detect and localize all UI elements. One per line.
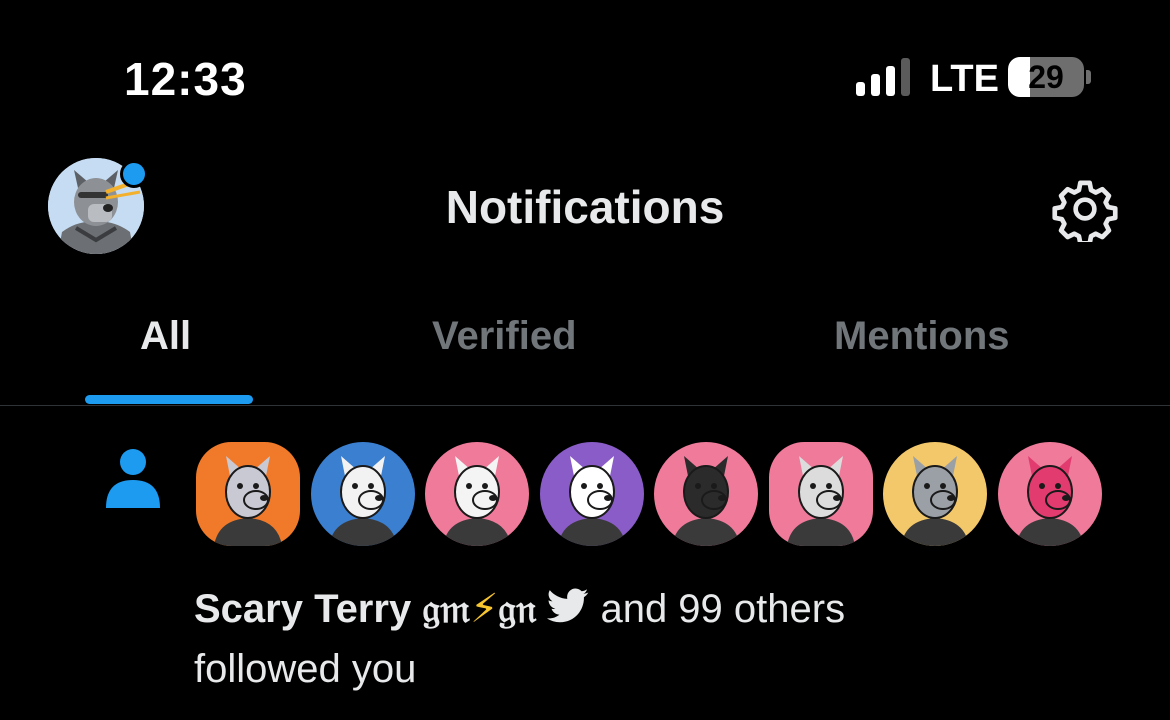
follower-avatar[interactable] [540, 442, 644, 546]
battery-icon: 29 [1008, 57, 1084, 97]
tab-verified[interactable]: Verified [432, 314, 577, 359]
follower-avatar[interactable] [425, 442, 529, 546]
status-bar: 12:33 LTE 29 [0, 0, 1170, 150]
status-time: 12:33 [124, 53, 247, 105]
gear-icon [1052, 180, 1118, 246]
tab-bar: All Verified Mentions [0, 300, 1170, 406]
lightning-emoji: ⚡ [470, 587, 499, 631]
network-type: LTE [930, 58, 999, 100]
tab-all[interactable]: All [140, 314, 191, 359]
animal-avatar-icon [787, 456, 855, 546]
animal-avatar-icon [214, 456, 282, 546]
settings-button[interactable] [1052, 176, 1118, 246]
follower-avatar[interactable] [654, 442, 758, 546]
follower-avatar[interactable] [998, 442, 1102, 546]
tab-mentions[interactable]: Mentions [834, 314, 1010, 359]
follower-avatar[interactable] [196, 442, 300, 546]
page-title: Notifications [445, 181, 725, 233]
animal-avatar-icon [1016, 456, 1084, 546]
animal-avatar-icon [558, 456, 626, 546]
follower-avatar[interactable] [769, 442, 873, 546]
follower-name[interactable]: Scary Terry 𝔤𝔪⚡𝔤𝔫 [194, 585, 537, 632]
animal-avatar-icon [901, 456, 969, 546]
followed-you-text: followed you [194, 647, 417, 692]
followers-count-text: and 99 others [589, 587, 846, 631]
twitter-bird-icon [547, 582, 589, 640]
active-tab-indicator [85, 395, 253, 404]
notification-text[interactable]: Scary Terry 𝔤𝔪⚡𝔤𝔫 and 99 others followed… [194, 580, 1094, 698]
battery-level: 29 [1028, 59, 1064, 95]
animal-avatar-icon [672, 456, 740, 546]
person-icon [104, 448, 162, 508]
battery-tip [1086, 70, 1091, 84]
name-gm: 𝔤𝔪 [422, 585, 471, 632]
follower-avatar[interactable] [883, 442, 987, 546]
animal-avatar-icon [443, 456, 511, 546]
follower-avatar[interactable] [311, 442, 415, 546]
animal-avatar-icon [329, 456, 397, 546]
signal-icon [856, 58, 910, 96]
name-gn: 𝔤𝔫 [498, 585, 537, 632]
